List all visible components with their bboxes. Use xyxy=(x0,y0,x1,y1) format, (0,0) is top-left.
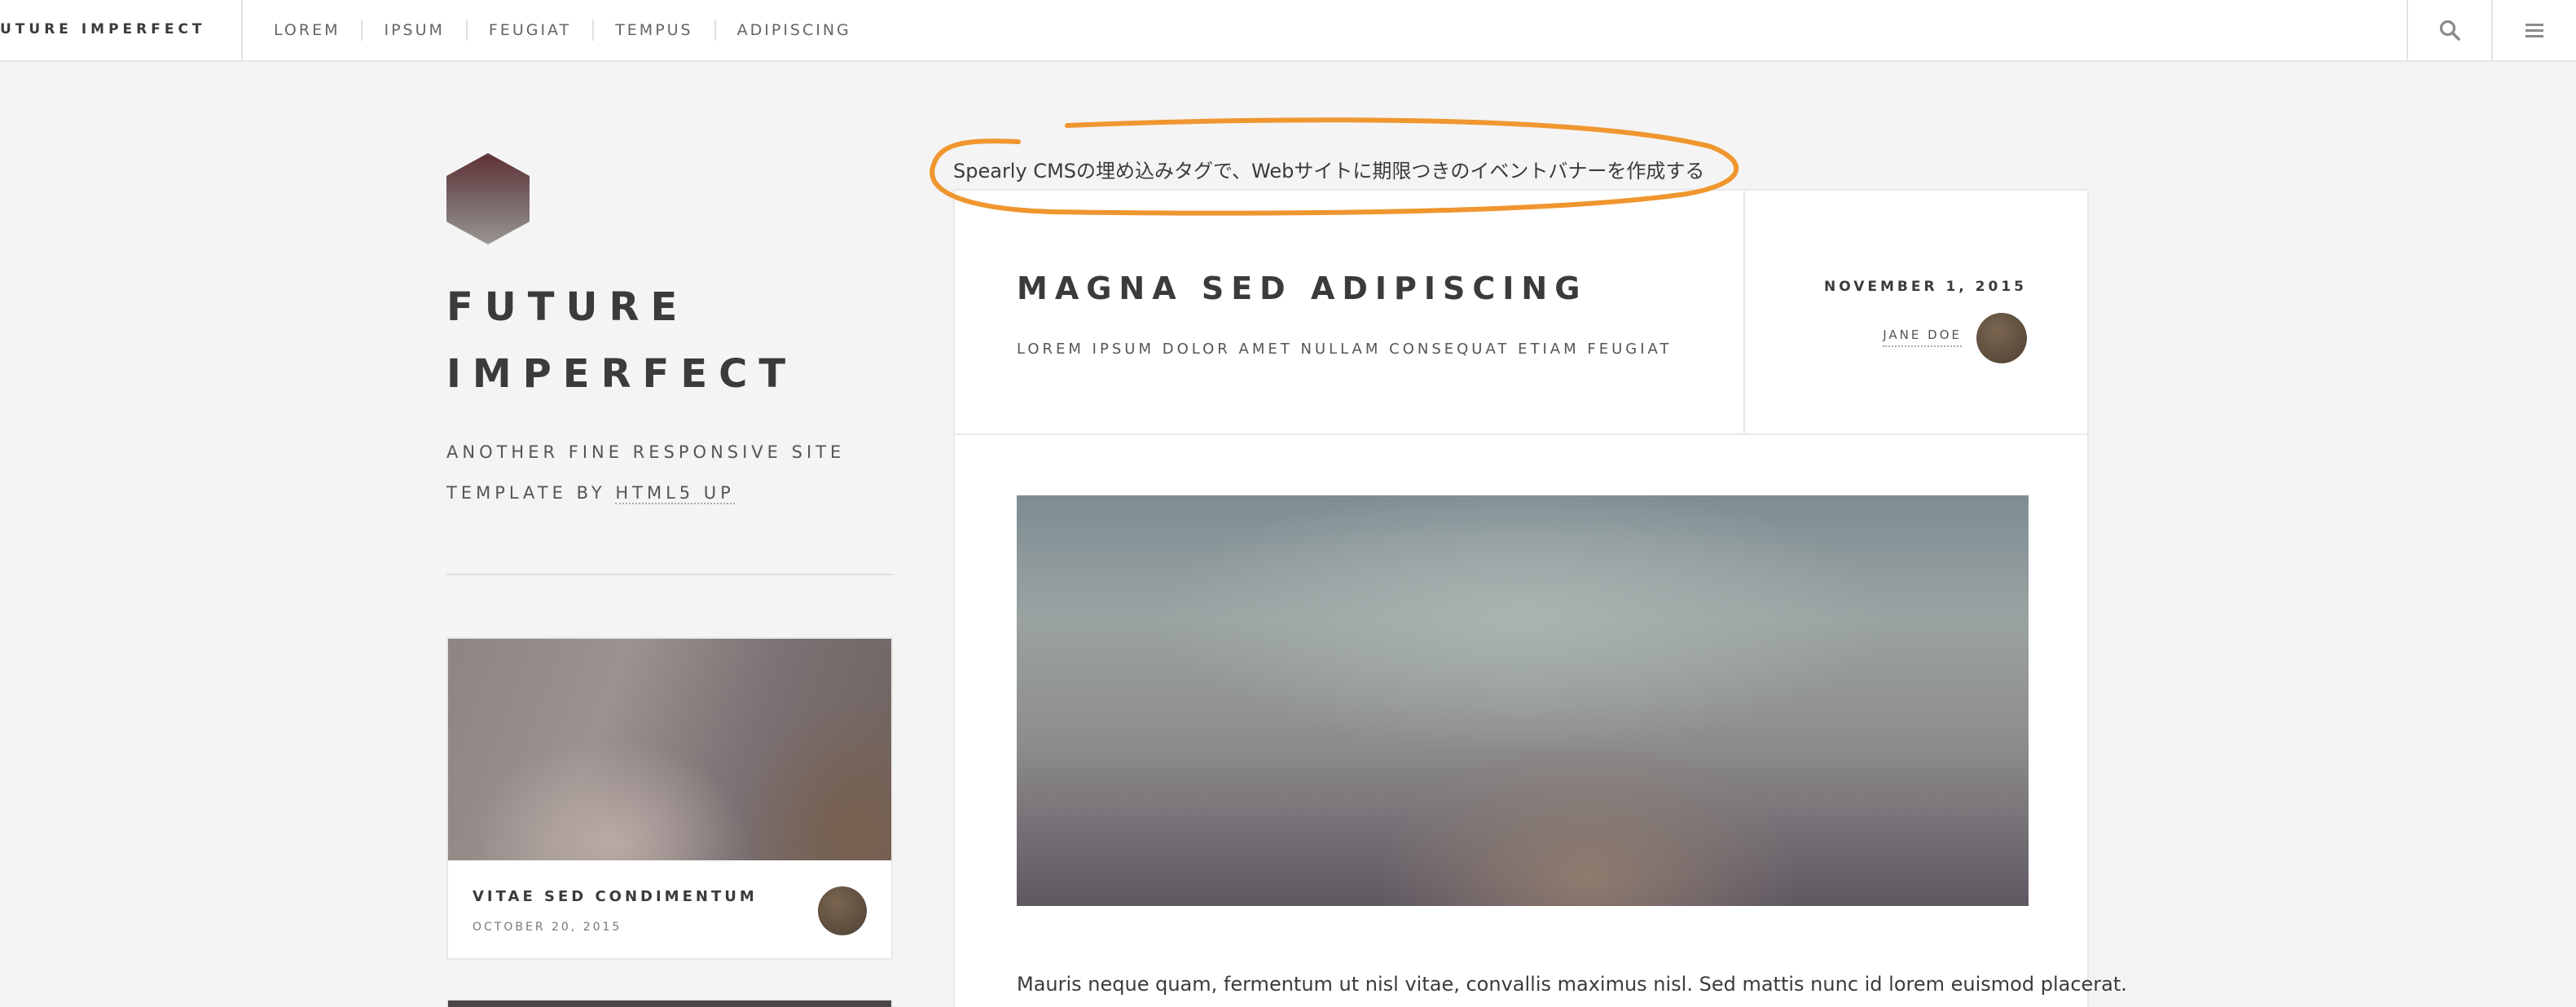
nav-label: IPSUM xyxy=(361,20,465,41)
avatar[interactable] xyxy=(1976,313,2027,363)
sidebar-divider xyxy=(446,574,893,575)
search-icon xyxy=(2439,20,2460,41)
article-post: MAGNA SED ADIPISCING LOREM IPSUM DOLOR A… xyxy=(953,189,2127,1007)
nav-label: LOREM xyxy=(274,21,341,39)
site-title-line: FUTURE xyxy=(446,284,689,330)
mini-post-card[interactable]: VITAE SED CONDIMENTUM OCTOBER 20, 2015 xyxy=(446,637,893,960)
site-subtitle-line: TEMPLATE BY HTML5 UP xyxy=(446,473,870,513)
author-link[interactable]: JANE DOE xyxy=(1883,328,1962,347)
brand-title[interactable]: UTURE IMPERFECT xyxy=(0,0,243,60)
nav-item-tempus[interactable]: TEMPUS xyxy=(592,0,714,60)
nav-label: TEMPUS xyxy=(592,20,714,41)
nav-item-adipiscing[interactable]: ADIPISCING xyxy=(714,0,873,60)
site-title-line: IMPERFECT xyxy=(446,351,798,397)
mini-post-title[interactable]: VITAE SED CONDIMENTUM xyxy=(473,888,758,905)
main-nav: LOREM IPSUM FEUGIAT TEMPUS ADIPISCING xyxy=(243,0,873,60)
site-subtitle-line: ANOTHER FINE RESPONSIVE SITE xyxy=(446,442,846,462)
nav-item-lorem[interactable]: LOREM xyxy=(243,0,361,60)
search-button[interactable] xyxy=(2407,0,2491,60)
article-date: NOVEMBER 1, 2015 xyxy=(1823,279,2027,295)
nav-label: ADIPISCING xyxy=(714,20,873,41)
mini-post-date: OCTOBER 20, 2015 xyxy=(473,921,622,934)
nav-label: FEUGIAT xyxy=(465,20,592,41)
menu-button[interactable] xyxy=(2491,0,2576,60)
mini-post-image[interactable] xyxy=(448,639,891,860)
article-subtitle: LOREM IPSUM DOLOR AMET NULLAM CONSEQUAT … xyxy=(1017,341,1673,358)
subtitle-prefix: TEMPLATE BY xyxy=(446,483,616,503)
nav-item-ipsum[interactable]: IPSUM xyxy=(361,0,465,60)
article-body-text: Mauris neque quam, fermentum ut nisl vit… xyxy=(1017,973,2127,996)
article-title[interactable]: MAGNA SED ADIPISCING xyxy=(1017,270,1587,306)
mini-post-card[interactable] xyxy=(446,999,893,1007)
article-image[interactable] xyxy=(1017,495,2029,906)
hexagon-logo-icon[interactable] xyxy=(446,153,530,244)
html5up-link[interactable]: HTML5 UP xyxy=(615,483,735,504)
site-subtitle: ANOTHER FINE RESPONSIVE SITE TEMPLATE BY… xyxy=(446,432,870,513)
annotation-text: Spearly CMSの埋め込みタグで、Webサイトに期限つきのイベントバナーを… xyxy=(953,160,1705,182)
nav-item-feugiat[interactable]: FEUGIAT xyxy=(465,0,592,60)
top-header: UTURE IMPERFECT LOREM IPSUM FEUGIAT TEMP… xyxy=(0,0,2576,62)
article-meta: NOVEMBER 1, 2015 JANE DOE xyxy=(1743,191,2087,435)
site-title: FUTURE IMPERFECT xyxy=(446,274,870,407)
hamburger-menu-icon xyxy=(2525,24,2543,37)
avatar[interactable] xyxy=(818,886,867,935)
